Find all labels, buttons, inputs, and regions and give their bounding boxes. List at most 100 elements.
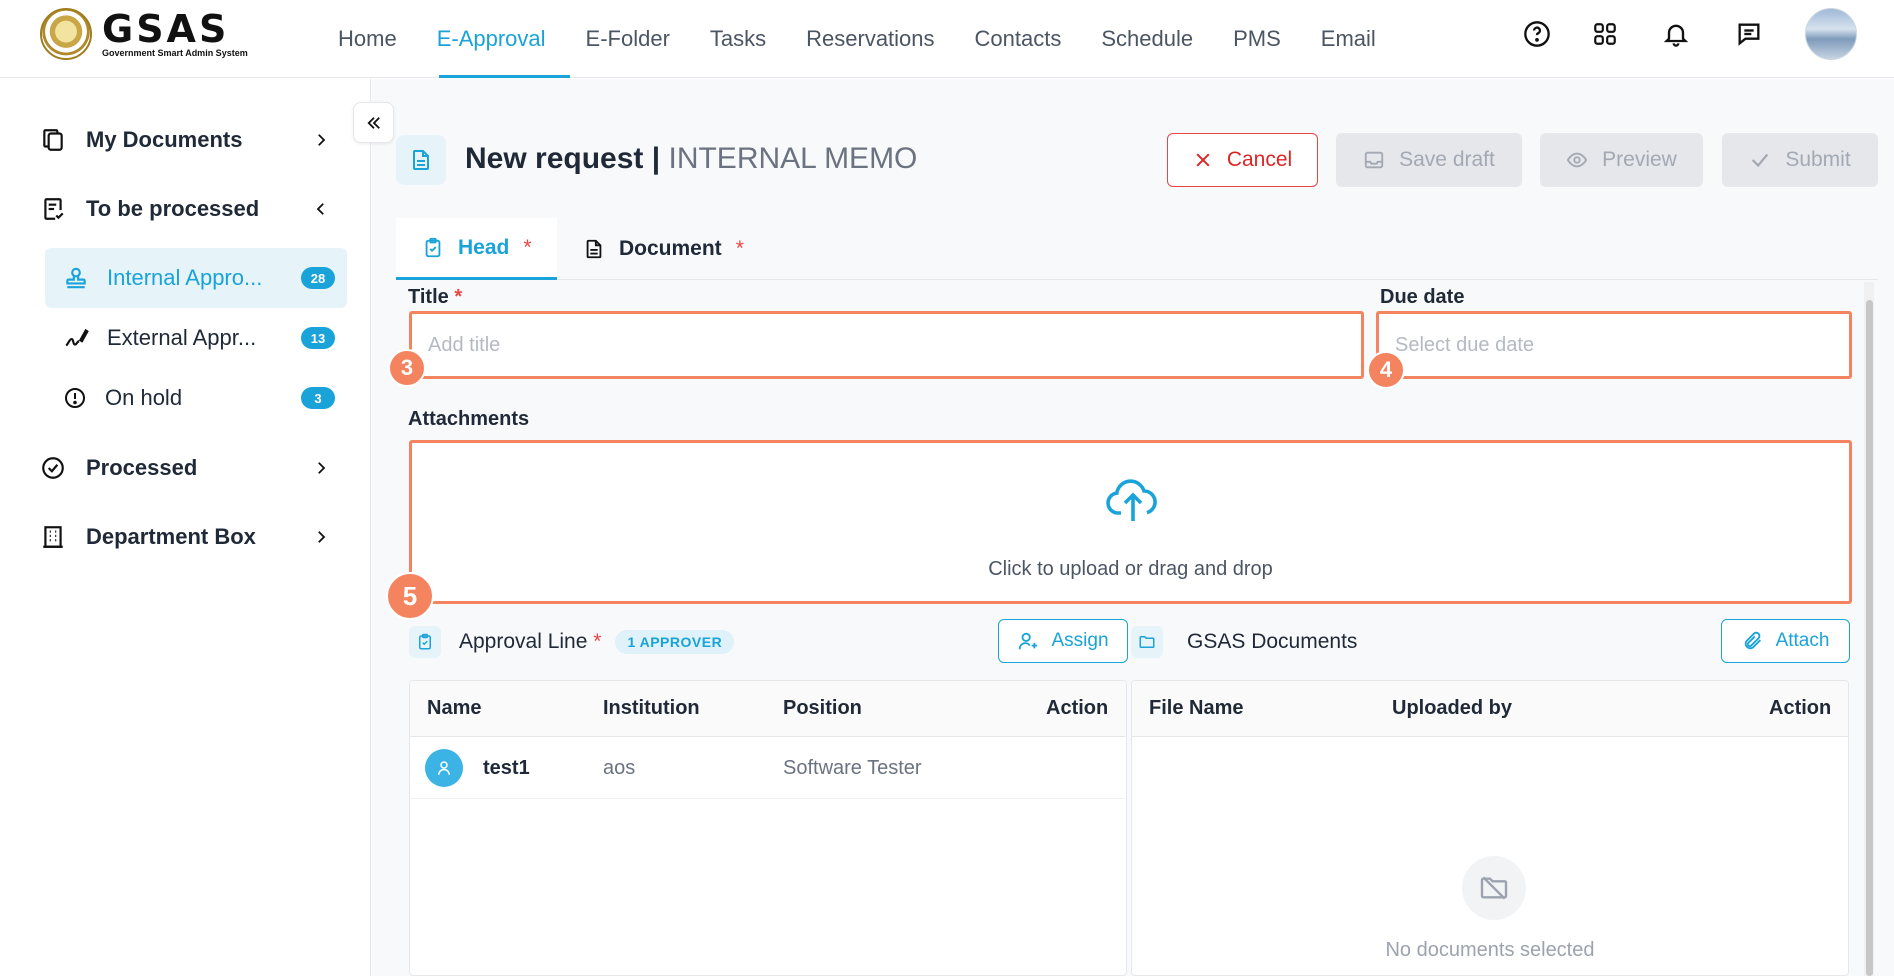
cancel-label: Cancel	[1226, 148, 1293, 171]
cloud-upload-icon	[1105, 477, 1161, 525]
sidebar-label-department-box: Department Box	[86, 524, 256, 549]
folder-icon	[1131, 626, 1163, 658]
approval-table: Name Institution Position Action test1 a…	[409, 680, 1127, 976]
logo-title: GSAS	[102, 7, 230, 51]
sidebar-item-department-box[interactable]: Department Box	[40, 517, 330, 557]
nav-pms[interactable]: PMS	[1213, 0, 1301, 78]
chevron-right-icon	[312, 459, 330, 477]
task-list-icon	[40, 196, 66, 222]
app-logo[interactable]: GSAS Government Smart Admin System	[40, 8, 248, 60]
sidebar-label-processed: Processed	[86, 455, 198, 480]
save-draft-label: Save draft	[1399, 148, 1495, 171]
tab-head[interactable]: Head *	[396, 218, 557, 280]
attach-button[interactable]: Attach	[1721, 619, 1850, 663]
apps-grid-icon[interactable]	[1589, 18, 1621, 50]
tab-document[interactable]: Document *	[557, 218, 770, 280]
sidebar-label-on-hold: On hold	[105, 385, 183, 410]
nav-contacts[interactable]: Contacts	[955, 0, 1082, 78]
annotation-marker: 5	[386, 572, 434, 620]
column-header: Institution	[603, 697, 700, 719]
nav-e-folder[interactable]: E-Folder	[566, 0, 690, 78]
due-date-label: Due date	[1380, 286, 1465, 308]
document-icon	[396, 135, 446, 185]
due-date-input[interactable]: Select due date	[1376, 311, 1852, 379]
required-mark: *	[523, 235, 532, 259]
scrollbar-thumb[interactable]	[1866, 300, 1873, 976]
count-badge: 13	[301, 327, 335, 349]
sidebar-item-processed[interactable]: Processed	[40, 448, 330, 488]
file-text-icon	[583, 238, 605, 260]
attachments-label: Attachments	[408, 408, 530, 430]
sidebar-item-external-approval[interactable]: External Appr... 13	[45, 308, 347, 368]
empty-state-text: No documents selected	[1385, 939, 1595, 961]
inbox-icon	[1363, 149, 1385, 171]
documents-icon	[40, 127, 66, 153]
submit-button[interactable]: Submit	[1722, 133, 1878, 187]
collapse-sidebar-button[interactable]	[353, 102, 394, 143]
nav-schedule[interactable]: Schedule	[1081, 0, 1213, 78]
close-icon	[1193, 150, 1213, 170]
preview-button[interactable]: Preview	[1540, 133, 1703, 187]
assign-label: Assign	[1051, 630, 1109, 651]
clipboard-check-icon	[409, 626, 441, 658]
title-label: Title *	[408, 286, 462, 309]
cancel-button[interactable]: Cancel	[1167, 133, 1318, 187]
sidebar-label-external-approval: External Appr...	[107, 325, 257, 350]
check-icon	[1749, 149, 1771, 171]
page-title-separator: |	[651, 142, 661, 175]
form-tabs: Head * Document *	[396, 218, 1878, 280]
nav-home[interactable]: Home	[318, 0, 417, 78]
user-plus-icon	[1017, 630, 1039, 652]
nav-tasks[interactable]: Tasks	[690, 0, 786, 78]
chevron-right-icon	[312, 528, 330, 546]
user-icon	[425, 749, 463, 787]
save-draft-button[interactable]: Save draft	[1336, 133, 1522, 187]
title-input[interactable]: Add title	[409, 311, 1364, 379]
required-mark: *	[735, 237, 744, 260]
paperclip-icon	[1742, 630, 1764, 652]
gsas-documents-title: GSAS Documents	[1187, 630, 1358, 653]
approver-count-badge: 1 APPROVER	[615, 630, 735, 654]
top-navbar: GSAS Government Smart Admin System Home …	[0, 0, 1894, 78]
due-date-placeholder: Select due date	[1395, 333, 1534, 356]
column-header: Position	[783, 697, 862, 719]
submit-label: Submit	[1785, 148, 1851, 171]
column-header: Uploaded by	[1392, 697, 1513, 719]
column-header: Action	[1046, 697, 1109, 719]
chat-icon[interactable]	[1733, 18, 1765, 50]
logo-subtitle: Government Smart Admin System	[102, 48, 248, 58]
assign-button[interactable]: Assign	[998, 619, 1128, 663]
upload-instruction: Click to upload or drag and drop	[988, 558, 1273, 580]
sidebar-item-on-hold[interactable]: On hold 3	[45, 368, 347, 428]
building-icon	[40, 524, 66, 550]
nav-e-approval[interactable]: E-Approval	[417, 0, 566, 78]
approver-position: Software Tester	[783, 757, 922, 779]
help-icon[interactable]	[1521, 18, 1553, 50]
sidebar-label-my-documents: My Documents	[86, 127, 243, 152]
title-label-text: Title	[408, 286, 449, 308]
column-header: Name	[427, 697, 482, 719]
sidebar-item-my-documents[interactable]: My Documents	[40, 120, 330, 160]
page-title-main: New request	[465, 142, 644, 175]
user-avatar[interactable]	[1805, 8, 1857, 60]
bell-icon[interactable]	[1660, 18, 1692, 50]
gsas-documents-header: GSAS Documents	[1131, 626, 1357, 658]
check-circle-icon	[40, 455, 66, 481]
main-nav: Home E-Approval E-Folder Tasks Reservati…	[318, 0, 1396, 78]
signature-icon	[63, 325, 89, 351]
required-mark: *	[454, 286, 463, 308]
sidebar-item-internal-approval[interactable]: Internal Appro... 28	[45, 248, 347, 308]
upload-dropzone[interactable]: Click to upload or drag and drop	[409, 440, 1852, 604]
annotation-marker: 3	[388, 349, 426, 387]
chevron-left-icon	[312, 200, 330, 218]
coat-of-arms-emblem	[40, 8, 92, 60]
column-header: File Name	[1149, 697, 1244, 719]
preview-label: Preview	[1602, 148, 1677, 171]
sidebar-item-to-be-processed[interactable]: To be processed	[40, 189, 330, 229]
table-row[interactable]: test1 aos Software Tester	[410, 737, 1126, 799]
nav-email[interactable]: Email	[1301, 0, 1396, 78]
clipboard-check-icon	[422, 237, 444, 259]
stamp-icon	[63, 265, 89, 291]
documents-table-header: File Name Uploaded by Action	[1132, 681, 1848, 737]
nav-reservations[interactable]: Reservations	[786, 0, 954, 78]
